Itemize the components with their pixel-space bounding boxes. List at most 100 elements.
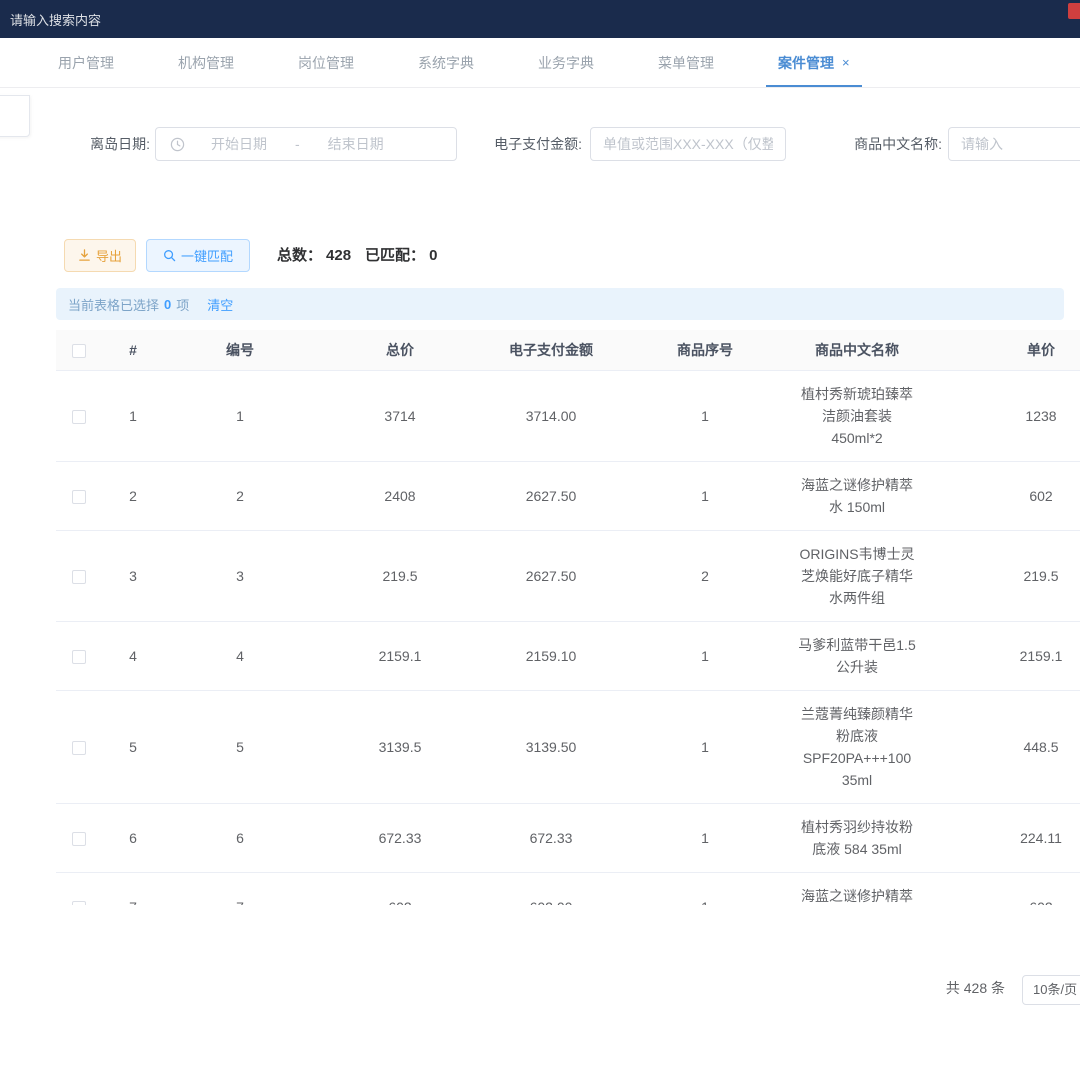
cell-name: 植村秀新琥珀臻萃洁颜油套装 450ml*2 bbox=[792, 370, 922, 461]
cell-code: 4 bbox=[164, 621, 316, 690]
row-checkbox[interactable] bbox=[72, 741, 86, 755]
cell-index: 4 bbox=[102, 621, 164, 690]
depart-date-label: 离岛日期: bbox=[70, 127, 150, 161]
total-value: 428 bbox=[326, 247, 351, 264]
row-checkbox[interactable] bbox=[72, 832, 86, 846]
col-header-epay: 电子支付金额 bbox=[484, 330, 618, 370]
start-date-input[interactable] bbox=[185, 136, 293, 152]
cell-name: 马爹利蓝带干邑1.5公升装 bbox=[792, 621, 922, 690]
table-row[interactable]: 6 6 672.33 672.33 1 植村秀羽纱持妆粉底液 584 35ml … bbox=[56, 803, 1080, 872]
table-row[interactable]: 7 7 602 602.00 1 海蓝之谜修护精萃水 150ml 602 bbox=[56, 872, 1080, 905]
product-name-input[interactable] bbox=[948, 127, 1080, 161]
table-row[interactable]: 4 4 2159.1 2159.10 1 马爹利蓝带干邑1.5公升装 2159.… bbox=[56, 621, 1080, 690]
tab-system-dict[interactable]: 系统字典 bbox=[406, 38, 486, 87]
page-size-select[interactable]: 10条/页 bbox=[1022, 975, 1080, 1005]
cell-seq: 1 bbox=[618, 803, 792, 872]
cell-unit: 602 bbox=[922, 872, 1080, 905]
cell-code: 1 bbox=[164, 370, 316, 461]
cell-seq: 1 bbox=[618, 621, 792, 690]
cell-epay: 2159.10 bbox=[484, 621, 618, 690]
cell-total: 2159.1 bbox=[316, 621, 484, 690]
end-date-input[interactable] bbox=[302, 136, 410, 152]
table-header-row: # 编号 总价 电子支付金额 商品序号 商品中文名称 单价 bbox=[56, 330, 1080, 370]
cell-name: ORIGINS韦博士灵芝焕能好底子精华水两件组 bbox=[792, 530, 922, 621]
cell-name: 海蓝之谜修护精萃水 150ml bbox=[792, 461, 922, 530]
match-button-label: 一键匹配 bbox=[181, 246, 233, 265]
row-checkbox[interactable] bbox=[72, 410, 86, 424]
date-range-picker[interactable]: - bbox=[155, 127, 457, 161]
cell-unit: 602 bbox=[922, 461, 1080, 530]
cell-total: 2408 bbox=[316, 461, 484, 530]
cell-index: 7 bbox=[102, 872, 164, 905]
cell-total: 219.5 bbox=[316, 530, 484, 621]
selection-text: 当前表格已选择 bbox=[68, 295, 159, 314]
row-checkbox[interactable] bbox=[72, 570, 86, 584]
cell-index: 5 bbox=[102, 690, 164, 803]
tab-label: 岗位管理 bbox=[298, 53, 354, 73]
cell-total: 3714 bbox=[316, 370, 484, 461]
cell-seq: 1 bbox=[618, 370, 792, 461]
total-label: 总数： bbox=[277, 247, 322, 264]
data-table-container: # 编号 总价 电子支付金额 商品序号 商品中文名称 单价 1 1 3714 3… bbox=[56, 330, 1080, 905]
selection-suffix: 项 bbox=[176, 295, 189, 314]
page-size-value: 10条/页 bbox=[1033, 982, 1077, 997]
global-search-input[interactable]: 请输入搜索内容 bbox=[10, 10, 101, 29]
matched-value: 0 bbox=[429, 247, 437, 264]
select-all-checkbox[interactable] bbox=[72, 344, 86, 358]
tab-case-mgmt[interactable]: 案件管理 × bbox=[766, 38, 862, 87]
date-separator: - bbox=[293, 136, 302, 152]
cell-code: 6 bbox=[164, 803, 316, 872]
tab-label: 案件管理 bbox=[778, 53, 834, 73]
tab-label: 菜单管理 bbox=[658, 53, 714, 73]
tab-org-mgmt[interactable]: 机构管理 bbox=[166, 38, 246, 87]
col-header-seq: 商品序号 bbox=[618, 330, 792, 370]
download-icon bbox=[78, 249, 91, 262]
tab-label: 业务字典 bbox=[538, 53, 594, 73]
table-row[interactable]: 1 1 3714 3714.00 1 植村秀新琥珀臻萃洁颜油套装 450ml*2… bbox=[56, 370, 1080, 461]
cell-unit: 2159.1 bbox=[922, 621, 1080, 690]
clear-selection-link[interactable]: 清空 bbox=[207, 295, 233, 314]
cell-index: 2 bbox=[102, 461, 164, 530]
cell-unit: 219.5 bbox=[922, 530, 1080, 621]
tab-bar: 用户管理 机构管理 岗位管理 系统字典 业务字典 菜单管理 案件管理 × bbox=[0, 38, 1080, 88]
filter-bar: 离岛日期: - 电子支付金额: 商品中文名称: bbox=[0, 127, 1080, 161]
product-name-label: 商品中文名称: bbox=[846, 127, 942, 161]
cell-epay: 2627.50 bbox=[484, 530, 618, 621]
cell-index: 3 bbox=[102, 530, 164, 621]
row-checkbox[interactable] bbox=[72, 901, 86, 905]
table-row[interactable]: 3 3 219.5 2627.50 2 ORIGINS韦博士灵芝焕能好底子精华水… bbox=[56, 530, 1080, 621]
tab-user-mgmt[interactable]: 用户管理 bbox=[46, 38, 126, 87]
notification-badge[interactable] bbox=[1068, 3, 1080, 19]
cell-total: 3139.5 bbox=[316, 690, 484, 803]
col-header-unit: 单价 bbox=[922, 330, 1080, 370]
col-header-name: 商品中文名称 bbox=[792, 330, 922, 370]
table-toolbar: 导出 一键匹配 总数：428 已匹配：0 bbox=[0, 239, 1080, 272]
cell-name: 兰蔻菁纯臻颜精华粉底液SPF20PA+++100 35ml bbox=[792, 690, 922, 803]
matched-label: 已匹配： bbox=[365, 247, 425, 264]
row-checkbox[interactable] bbox=[72, 650, 86, 664]
cell-code: 2 bbox=[164, 461, 316, 530]
export-button[interactable]: 导出 bbox=[64, 239, 136, 272]
table-row[interactable]: 2 2 2408 2627.50 1 海蓝之谜修护精萃水 150ml 602 bbox=[56, 461, 1080, 530]
tab-menu-mgmt[interactable]: 菜单管理 bbox=[646, 38, 726, 87]
cell-code: 3 bbox=[164, 530, 316, 621]
row-checkbox[interactable] bbox=[72, 490, 86, 504]
cell-total: 602 bbox=[316, 872, 484, 905]
one-click-match-button[interactable]: 一键匹配 bbox=[146, 239, 250, 272]
cell-epay: 3714.00 bbox=[484, 370, 618, 461]
selection-info-bar: 当前表格已选择 0 项 清空 bbox=[56, 288, 1064, 320]
tab-post-mgmt[interactable]: 岗位管理 bbox=[286, 38, 366, 87]
table-row[interactable]: 5 5 3139.5 3139.50 1 兰蔻菁纯臻颜精华粉底液SPF20PA+… bbox=[56, 690, 1080, 803]
cell-seq: 1 bbox=[618, 690, 792, 803]
topbar: 请输入搜索内容 bbox=[0, 0, 1080, 38]
epay-amount-label: 电子支付金额: bbox=[488, 127, 582, 161]
cell-name: 海蓝之谜修护精萃水 150ml bbox=[792, 872, 922, 905]
export-button-label: 导出 bbox=[96, 246, 122, 265]
cell-index: 1 bbox=[102, 370, 164, 461]
tab-label: 用户管理 bbox=[58, 53, 114, 73]
tab-business-dict[interactable]: 业务字典 bbox=[526, 38, 606, 87]
cell-seq: 1 bbox=[618, 461, 792, 530]
cell-seq: 2 bbox=[618, 530, 792, 621]
close-icon[interactable]: × bbox=[842, 55, 850, 70]
epay-amount-input[interactable] bbox=[590, 127, 786, 161]
